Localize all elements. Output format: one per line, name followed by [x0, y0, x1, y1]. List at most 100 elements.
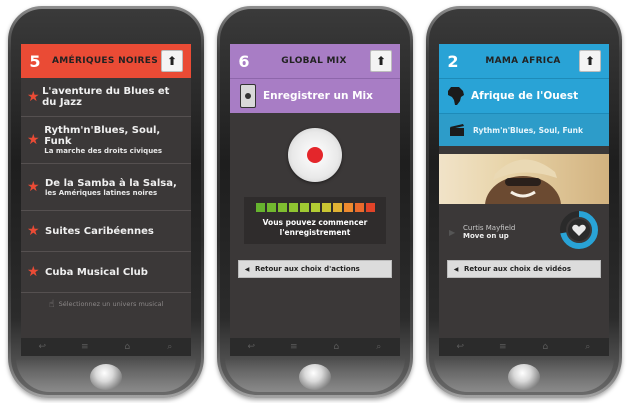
back-to-actions-button[interactable]: ◀ Retour aux choix d'actions — [238, 260, 392, 278]
list-item[interactable]: ★ Rythm'n'Blues, Soul, Funk La marche des… — [21, 117, 191, 164]
level-meter — [244, 203, 386, 212]
up-arrow-button[interactable]: ⬆ — [370, 50, 392, 72]
list-item[interactable]: ★ De la Samba à la Salsa, les Amériques l… — [21, 164, 191, 211]
star-icon: ★ — [27, 264, 40, 280]
record-area — [230, 113, 400, 197]
now-playing-track[interactable]: ▶ Curtis Mayfield Move on up — [439, 204, 609, 260]
star-icon: ★ — [27, 132, 40, 148]
list-item-sub: les Amériques latines noires — [45, 188, 158, 197]
up-arrow-button[interactable]: ⬆ — [161, 50, 183, 72]
track-artist: Curtis Mayfield — [463, 224, 516, 232]
menu-key-icon[interactable]: ≡ — [289, 343, 299, 352]
star-icon: ★ — [27, 179, 40, 195]
screen-2: 6 GLOBAL MIX ⬆ Enregistrer un Mix Vous p… — [230, 44, 400, 344]
back-button-label: Retour aux choix de vidéos — [464, 265, 572, 273]
back-key-icon[interactable]: ↩ — [455, 343, 465, 352]
list-item-sub: La marche des droits civiques — [44, 147, 163, 155]
soft-keys: ↩ ≡ ⌂ ⌕ — [439, 338, 609, 356]
footer-hint: ☝ Sélectionnez un univers musical — [21, 293, 191, 315]
subcategory-bar[interactable]: Rythm'n'Blues, Soul, Funk — [439, 113, 609, 146]
subcategory-label: Rythm'n'Blues, Soul, Funk — [473, 125, 583, 135]
clapperboard-icon — [450, 124, 464, 136]
section-number: 2 — [447, 51, 459, 71]
back-to-videos-button[interactable]: ◀ Retour aux choix de vidéos — [447, 260, 601, 278]
list-item-label: Suites Caribéennes — [45, 225, 154, 237]
left-triangle-icon: ◀ — [453, 265, 459, 273]
status-line-2: l'enregistrement — [279, 228, 351, 237]
list-item-label: Cuba Musical Club — [45, 266, 148, 278]
trackball[interactable] — [90, 364, 122, 390]
status-text: Vous pouvez commencer l'enregistrement — [244, 218, 386, 238]
meter-segment — [266, 203, 276, 212]
list-item[interactable]: ★ L'aventure du Blues et du Jazz — [21, 78, 191, 117]
list-item[interactable]: ★ Cuba Musical Club — [21, 252, 191, 293]
up-arrow-icon: ⬆ — [166, 54, 178, 68]
africa-map-icon — [448, 87, 464, 105]
phone-mama-africa: 2 MAMA AFRICA ⬆ Afrique de l'Ouest Rythm… — [426, 6, 622, 398]
star-icon: ★ — [27, 223, 40, 239]
trackball[interactable] — [508, 364, 540, 390]
menu-key-icon[interactable]: ≡ — [498, 343, 508, 352]
record-dot-icon — [307, 147, 323, 163]
record-mix-bar[interactable]: Enregistrer un Mix — [230, 78, 400, 113]
footer-hint-text: Sélectionnez un univers musical — [58, 300, 164, 308]
list-item[interactable]: ★ Suites Caribéennes — [21, 211, 191, 252]
region-bar[interactable]: Afrique de l'Ouest — [439, 78, 609, 113]
soft-keys: ↩ ≡ ⌂ ⌕ — [230, 338, 400, 356]
meter-segment — [299, 203, 309, 212]
phone-americas-noires: 5 AMÉRIQUES NOIRES ⬆ ★ L'aventure du Blu… — [8, 6, 204, 398]
play-icon[interactable]: ▶ — [449, 228, 459, 237]
meter-segment — [321, 203, 331, 212]
left-triangle-icon: ◀ — [244, 265, 250, 273]
back-button-label: Retour aux choix d'actions — [255, 265, 360, 273]
section-title: AMÉRIQUES NOIRES — [52, 56, 158, 66]
up-arrow-button[interactable]: ⬆ — [579, 50, 601, 72]
search-key-icon[interactable]: ⌕ — [374, 343, 384, 352]
status-line-1: Vous pouvez commencer — [262, 218, 368, 227]
list-item-label: L'aventure du Blues et du Jazz — [42, 86, 170, 108]
soft-keys: ↩ ≡ ⌂ ⌕ — [21, 338, 191, 356]
screen-1: 5 AMÉRIQUES NOIRES ⬆ ★ L'aventure du Blu… — [21, 44, 191, 344]
header-bar: 2 MAMA AFRICA ⬆ — [439, 44, 609, 78]
section-title: MAMA AFRICA — [485, 56, 561, 66]
meter-segment — [332, 203, 342, 212]
hand-pointer-icon: ☝ — [48, 298, 55, 310]
star-icon: ★ — [27, 89, 40, 105]
home-key-icon[interactable]: ⌂ — [540, 343, 550, 352]
artist-photo — [439, 154, 609, 204]
progress-ring[interactable] — [559, 210, 599, 250]
level-meter-panel: Vous pouvez commencer l'enregistrement — [244, 197, 386, 244]
up-arrow-icon: ⬆ — [584, 54, 596, 68]
meter-segment — [255, 203, 265, 212]
track-song: Move on up — [463, 232, 509, 240]
menu-key-icon[interactable]: ≡ — [80, 343, 90, 352]
up-arrow-icon: ⬆ — [375, 54, 387, 68]
meter-segment — [354, 203, 364, 212]
section-number: 5 — [29, 51, 41, 71]
home-key-icon[interactable]: ⌂ — [331, 343, 341, 352]
speaker-icon — [240, 84, 256, 108]
meter-segment — [365, 203, 375, 212]
screen-3: 2 MAMA AFRICA ⬆ Afrique de l'Ouest Rythm… — [439, 44, 609, 344]
meter-segment — [310, 203, 320, 212]
header-bar: 6 GLOBAL MIX ⬆ — [230, 44, 400, 78]
home-key-icon[interactable]: ⌂ — [122, 343, 132, 352]
list-item-label: Rythm'n'Blues, Soul, Funk — [44, 125, 161, 147]
record-mix-label: Enregistrer un Mix — [263, 90, 373, 102]
record-button[interactable] — [288, 128, 342, 182]
search-key-icon[interactable]: ⌕ — [583, 343, 593, 352]
back-key-icon[interactable]: ↩ — [246, 343, 256, 352]
back-key-icon[interactable]: ↩ — [37, 343, 47, 352]
artist-portrait-image — [485, 159, 561, 204]
header-bar: 5 AMÉRIQUES NOIRES ⬆ — [21, 44, 191, 78]
meter-segment — [277, 203, 287, 212]
search-key-icon[interactable]: ⌕ — [165, 343, 175, 352]
trackball[interactable] — [299, 364, 331, 390]
phone-global-mix: 6 GLOBAL MIX ⬆ Enregistrer un Mix Vous p… — [217, 6, 413, 398]
section-number: 6 — [238, 51, 250, 71]
section-title: GLOBAL MIX — [281, 56, 347, 66]
list-item-label: De la Samba à la Salsa, — [45, 177, 177, 189]
meter-segment — [343, 203, 353, 212]
meter-segment — [288, 203, 298, 212]
region-label: Afrique de l'Ouest — [471, 90, 579, 102]
